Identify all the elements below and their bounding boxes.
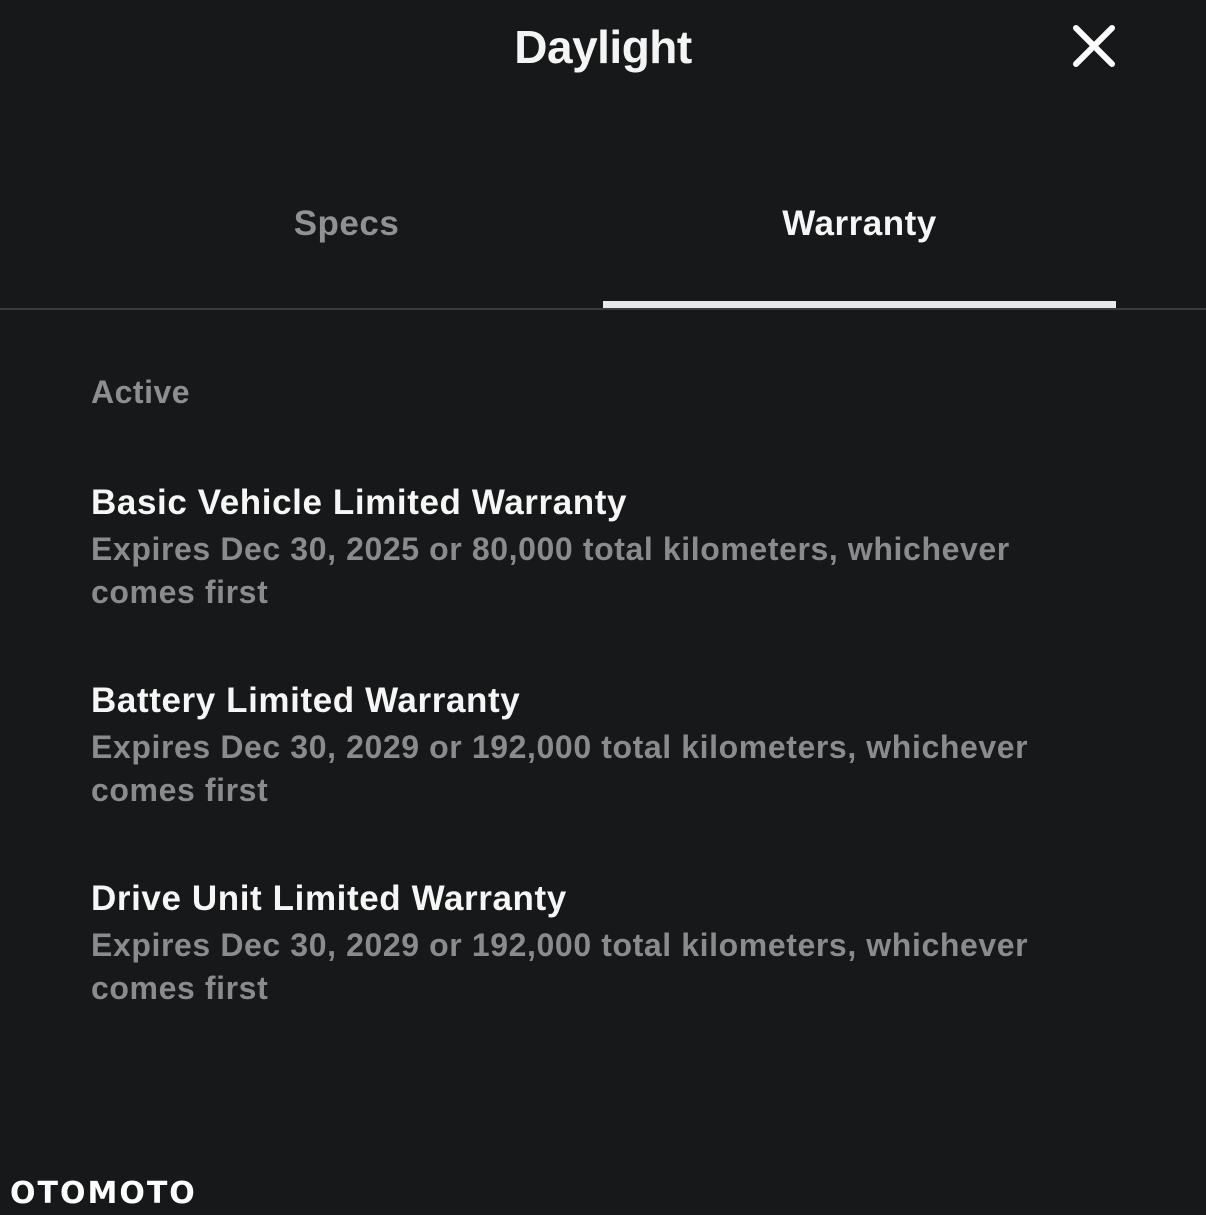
- tabs-divider: [0, 308, 1206, 310]
- modal-header: Daylight: [0, 0, 1206, 100]
- close-button[interactable]: [1068, 20, 1120, 72]
- warranty-title: Battery Limited Warranty: [91, 681, 521, 720]
- warranty-detail: Expires Dec 30, 2029 or 192,000 total ki…: [91, 927, 1029, 1006]
- page-title: Daylight: [514, 21, 692, 73]
- tab-specs[interactable]: Specs: [90, 170, 603, 308]
- warranty-item-battery: Battery Limited Warranty Expires Dec 30,…: [91, 678, 1071, 812]
- section-label-active: Active: [91, 374, 191, 410]
- otomoto-watermark: OTOMOTO: [10, 1176, 197, 1211]
- tab-warranty[interactable]: Warranty: [603, 170, 1116, 308]
- warranty-item-drive-unit: Drive Unit Limited Warranty Expires Dec …: [91, 876, 1071, 1010]
- warranty-detail: Expires Dec 30, 2029 or 192,000 total ki…: [91, 729, 1029, 808]
- warranty-title: Drive Unit Limited Warranty: [91, 879, 567, 918]
- warranty-item-basic-vehicle: Basic Vehicle Limited Warranty Expires D…: [91, 480, 1071, 614]
- warranty-detail: Expires Dec 30, 2025 or 80,000 total kil…: [91, 531, 1010, 610]
- tab-bar: Specs Warranty: [0, 170, 1206, 310]
- warranty-title: Basic Vehicle Limited Warranty: [91, 483, 628, 522]
- active-tab-indicator: [603, 301, 1116, 308]
- close-icon: [1073, 25, 1115, 67]
